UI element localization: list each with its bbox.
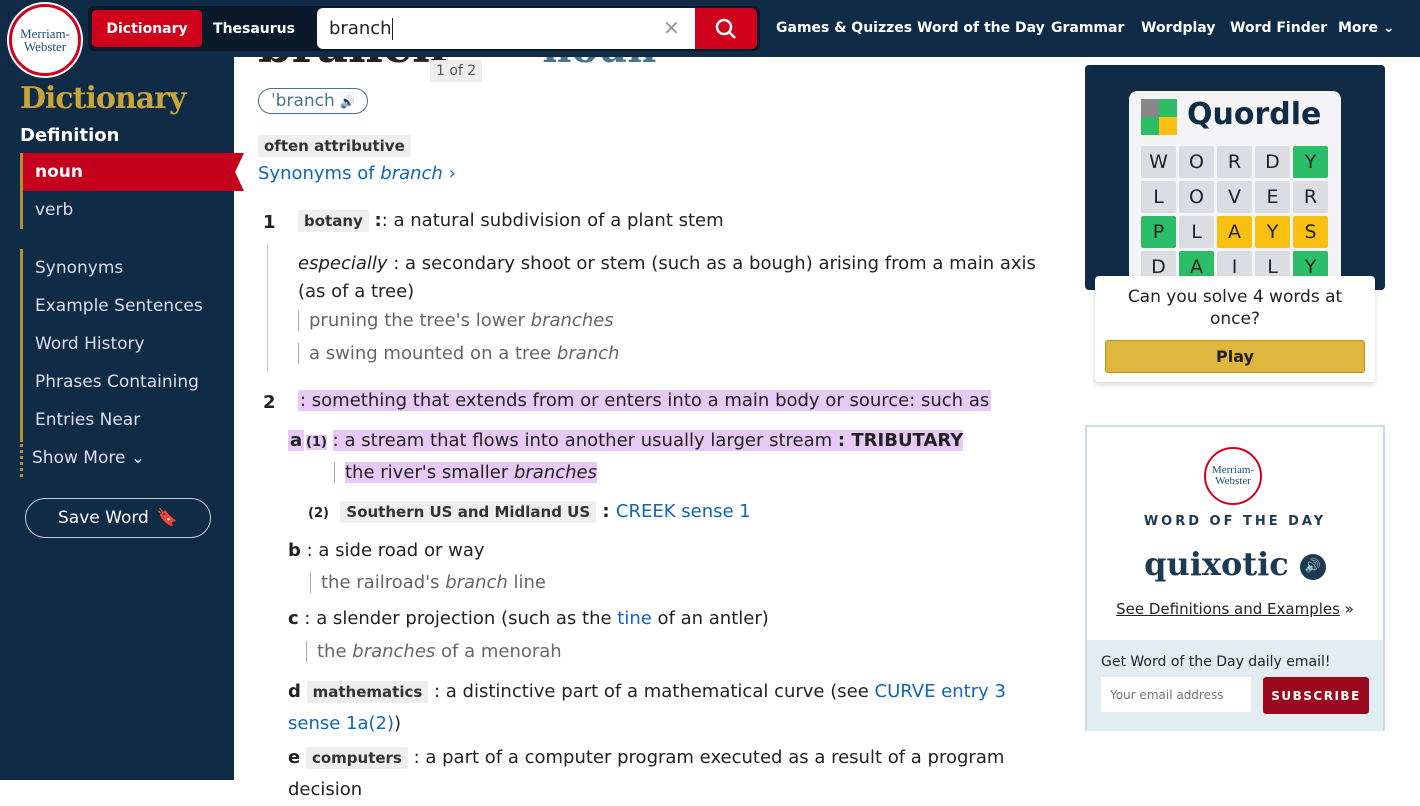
subscribe-button[interactable]: SUBSCRIBE <box>1263 677 1369 714</box>
quordle-tile: L <box>1141 181 1176 213</box>
nav-wordplay[interactable]: Wordplay <box>1141 20 1215 36</box>
clear-icon[interactable]: ✕ <box>663 16 680 40</box>
wotd-email-signup: Get Word of the Day daily email! SUBSCRI… <box>1087 640 1383 731</box>
quordle-tile: O <box>1179 181 1214 213</box>
example: the river's smaller branches <box>334 462 598 483</box>
definition: d mathematics : a distinctive part of a … <box>288 681 1006 734</box>
definition: : a stream that flows into another usual… <box>332 430 964 451</box>
nav-games[interactable]: Games & Quizzes <box>776 20 912 36</box>
quordle-promo: Can you solve 4 words at once? Play <box>1095 276 1375 382</box>
subject-label: botany <box>298 210 369 232</box>
definition: : something that extends from or enters … <box>298 390 992 411</box>
pronunciation-button[interactable]: ˈbranch 🔊 <box>258 88 369 114</box>
play-button[interactable]: Play <box>1105 340 1365 373</box>
definition: : a natural subdivision of a plant stem <box>381 210 724 231</box>
sidebar-item-entries-near[interactable]: Entries Near <box>20 401 234 439</box>
wotd-link[interactable]: See Definitions and Examples » <box>1087 600 1383 618</box>
speaker-icon[interactable]: 🔊 <box>1299 553 1326 580</box>
sidebar-item-phrases[interactable]: Phrases Containing <box>20 363 234 401</box>
definition: : a side road or way <box>306 540 485 561</box>
top-nav: Dictionary Thesaurus branch ✕ Games & Qu… <box>0 0 1420 57</box>
quordle-tile: A <box>1217 216 1252 248</box>
quordle-logo-icon <box>1141 99 1177 135</box>
sense-divider <box>267 244 268 372</box>
quordle-tile: P <box>1141 216 1176 248</box>
quordle-tile: S <box>1293 216 1328 248</box>
sidebar-item-synonyms[interactable]: Synonyms <box>20 249 234 287</box>
email-input[interactable] <box>1101 677 1251 712</box>
speaker-icon: 🔊 <box>340 95 356 109</box>
sense-letter: a <box>288 430 305 451</box>
quordle-tile: E <box>1255 181 1290 213</box>
sense-number: 2 <box>263 392 276 413</box>
sidebar-section: Definition <box>20 125 120 146</box>
save-word-button[interactable]: Save Word 🔖 <box>25 498 211 538</box>
quordle-brand: Quordle <box>1187 97 1322 132</box>
sidebar-show-more[interactable]: Show More ⌄ <box>20 439 234 477</box>
label-attributive: often attributive <box>258 135 411 157</box>
nav-more[interactable]: More ⌄ <box>1338 20 1395 36</box>
wotd-heading: WORD OF THE DAY <box>1143 514 1327 529</box>
sidebar-title: Dictionary <box>20 81 186 116</box>
sidebar-item-examples[interactable]: Example Sentences <box>20 287 234 325</box>
creek-link[interactable]: CREEK sense 1 <box>616 501 751 522</box>
nav-wotd[interactable]: Word of the Day <box>917 20 1045 36</box>
search-icon <box>715 18 736 39</box>
quordle-tile: Y <box>1293 146 1328 178</box>
quordle-tile: W <box>1141 146 1176 178</box>
bookmark-icon: 🔖 <box>156 508 178 528</box>
logo[interactable]: Merriam- Webster <box>9 4 81 76</box>
sidebar-item-history[interactable]: Word History <box>20 325 234 363</box>
example: the railroad's branch line <box>310 572 546 593</box>
quordle-ad[interactable]: Quordle WORDYLOVERPLAYSDAILY <box>1085 65 1385 290</box>
example: pruning the tree's lower branches <box>298 310 614 331</box>
example: a swing mounted on a tree branch <box>298 343 619 364</box>
search-bar: Dictionary Thesaurus branch ✕ <box>88 6 760 51</box>
example: the branches of a menorah <box>306 641 562 662</box>
quordle-card: Quordle WORDYLOVERPLAYSDAILY <box>1129 91 1341 290</box>
search-input[interactable]: branch <box>317 8 695 49</box>
definition: c : a slender projection (such as the ti… <box>288 608 769 629</box>
email-label: Get Word of the Day daily email! <box>1101 654 1331 670</box>
quordle-tile: O <box>1179 146 1214 178</box>
wotd-logo: Merriam- Webster <box>1204 447 1262 505</box>
quordle-tile: Y <box>1255 216 1290 248</box>
sidebar-item-verb[interactable]: verb <box>20 191 234 229</box>
definition: especially : a secondary shoot or stem (… <box>298 253 1036 302</box>
quordle-tagline: Can you solve 4 words at once? <box>1127 287 1343 329</box>
tab-dictionary[interactable]: Dictionary <box>92 10 202 47</box>
quordle-grid: WORDYLOVERPLAYSDAILY <box>1141 146 1328 283</box>
quordle-tile: R <box>1293 181 1328 213</box>
sidebar-item-noun[interactable]: noun <box>20 153 244 191</box>
search-button[interactable] <box>695 8 757 49</box>
definition: e computers : a part of a computer progr… <box>288 747 1005 800</box>
region-label: Southern US and Midland US <box>340 501 597 523</box>
sense-number: 1 <box>263 212 276 233</box>
word-of-the-day: Merriam- Webster WORD OF THE DAY quixotic… <box>1085 425 1385 731</box>
tine-link[interactable]: tine <box>617 608 652 629</box>
quordle-tile: L <box>1179 216 1214 248</box>
sidebar: Dictionary Definition noun verb Synonyms… <box>0 57 244 780</box>
quordle-tile: V <box>1217 181 1252 213</box>
entry-counter: 1 of 2 <box>430 60 483 82</box>
nav-grammar[interactable]: Grammar <box>1051 20 1124 36</box>
tab-thesaurus[interactable]: Thesaurus <box>202 10 306 47</box>
quordle-tile: R <box>1217 146 1252 178</box>
wotd-word[interactable]: quixotic 🔊 <box>1087 545 1383 583</box>
chevron-down-icon: ⌄ <box>130 448 146 468</box>
synonyms-link[interactable]: Synonyms of branch › <box>258 163 456 184</box>
nav-word-finder[interactable]: Word Finder <box>1230 20 1327 36</box>
quordle-tile: D <box>1255 146 1290 178</box>
chevron-down-icon: ⌄ <box>1382 20 1395 36</box>
